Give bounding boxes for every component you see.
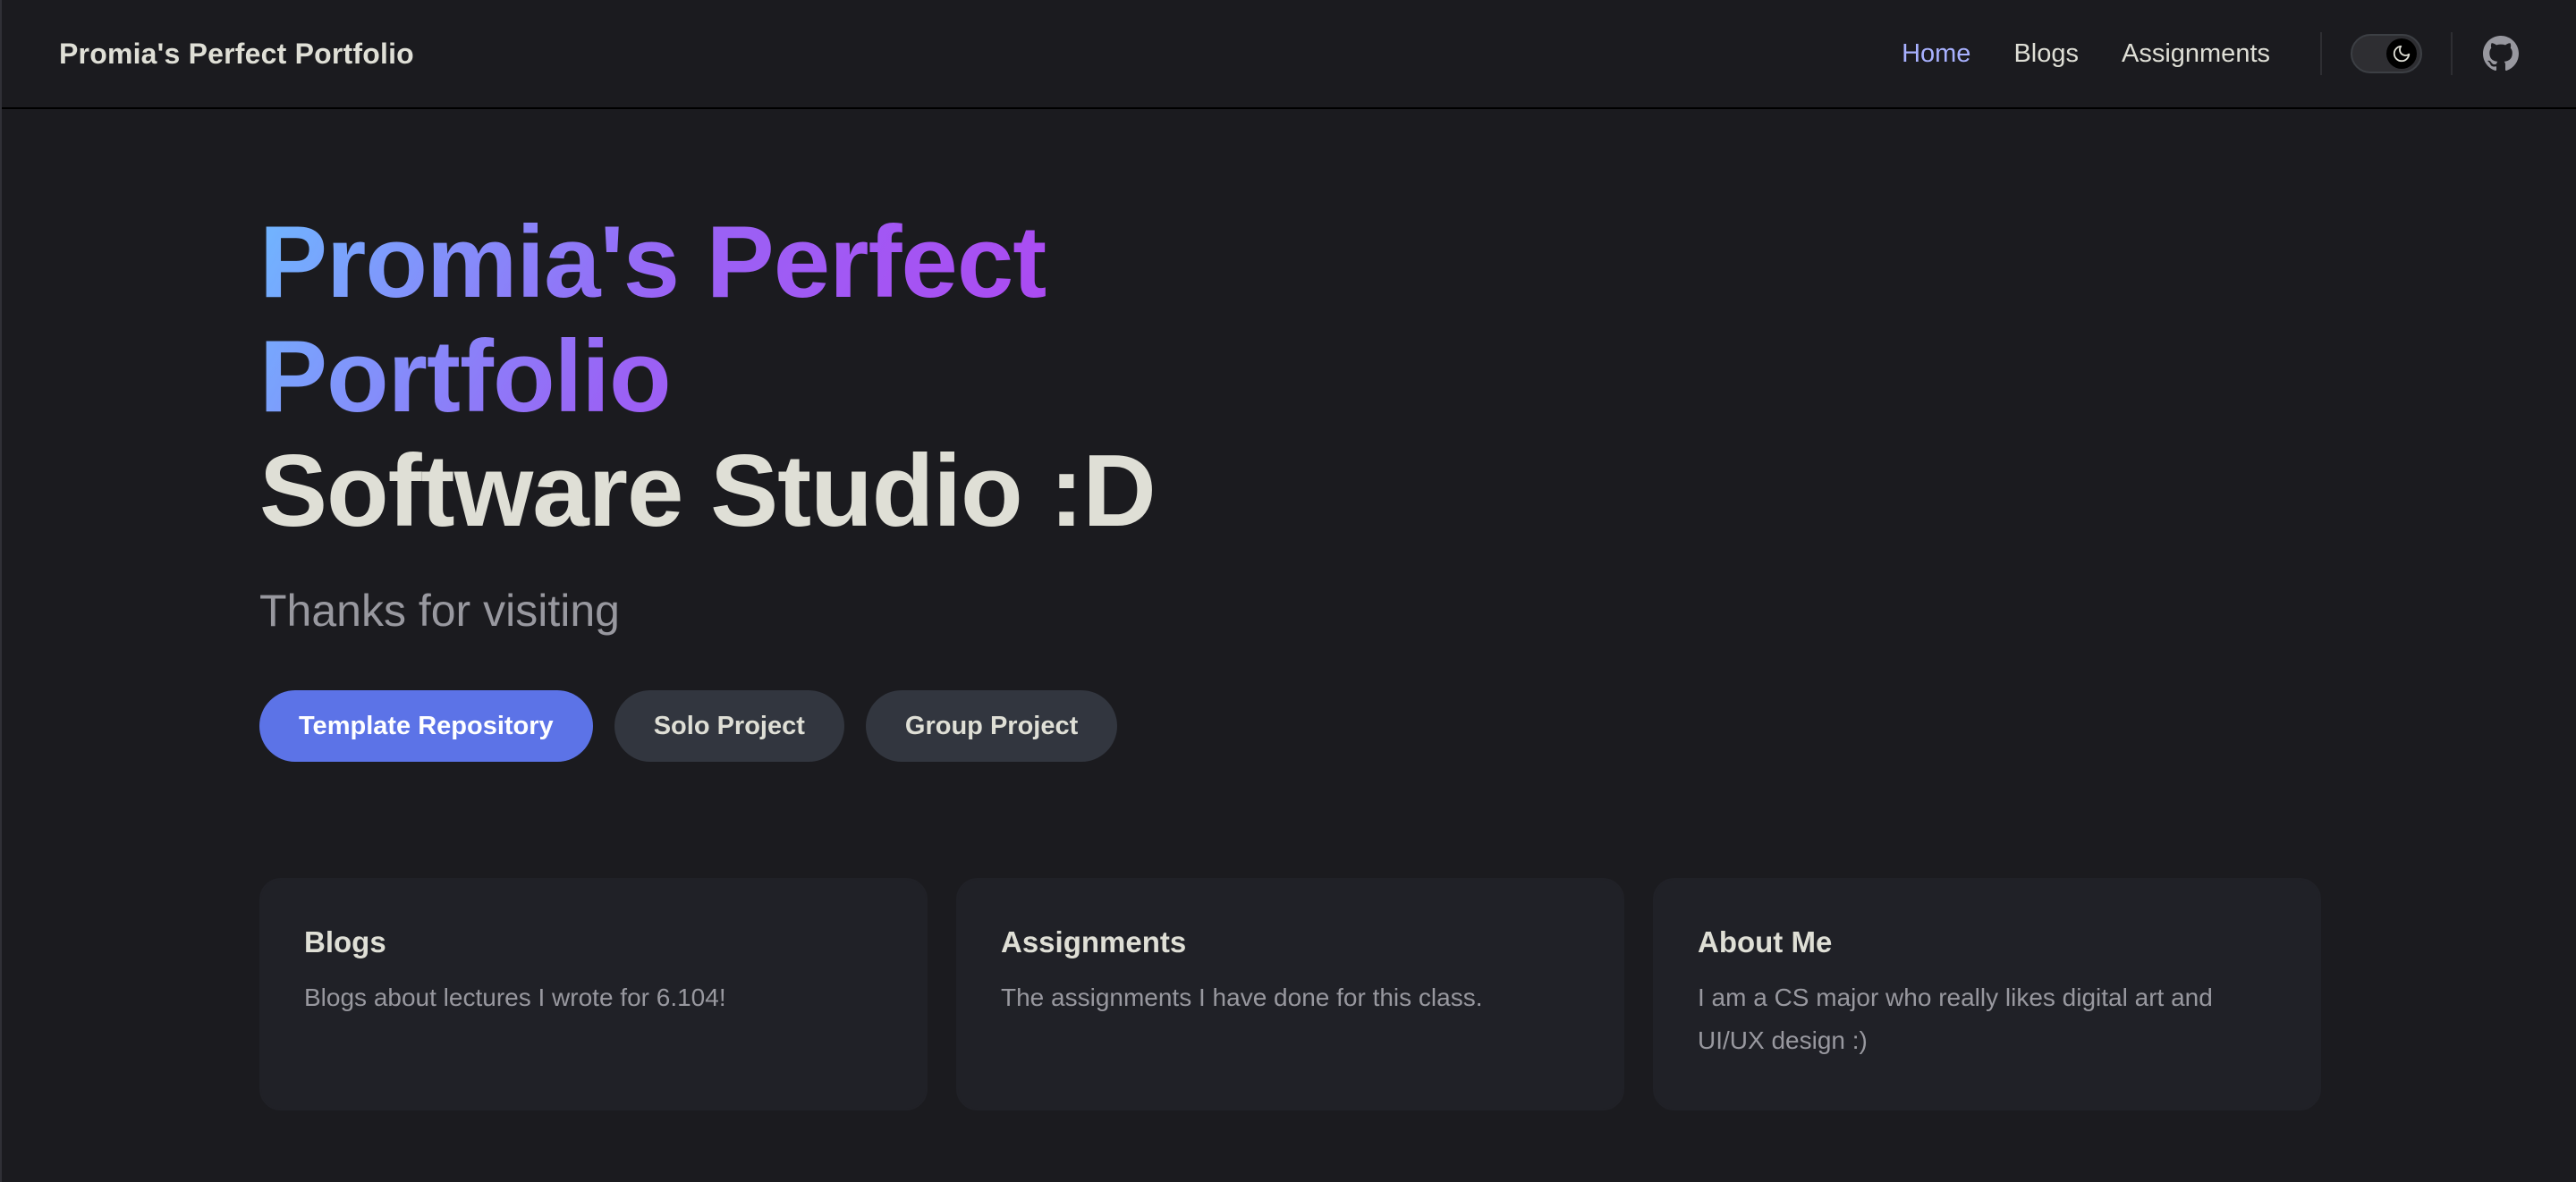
nav-link-assignments[interactable]: Assignments: [2100, 39, 2292, 69]
features: Blogs Blogs about lectures I wrote for 6…: [259, 878, 2321, 1110]
hero-text: Software Studio :D: [259, 435, 1157, 548]
feature-details: Blogs about lectures I wrote for 6.104!: [304, 984, 726, 1011]
nav-divider-2: [2451, 32, 2453, 75]
moon-icon: [2393, 45, 2411, 63]
feature-title: About Me: [1698, 925, 1833, 958]
nav-link-home[interactable]: Home: [1880, 39, 1992, 69]
hero-actions: Template Repository Solo Project Group P…: [259, 690, 1512, 762]
nav-menu: Home Blogs Assignments: [1880, 39, 2292, 69]
feature-card-assignments[interactable]: Assignments The assignments I have done …: [956, 878, 1624, 1110]
feature-details: I am a CS major who really likes digital…: [1698, 984, 2213, 1054]
feature-title: Blogs: [304, 925, 386, 958]
github-link[interactable]: [2481, 34, 2521, 73]
template-repository-button[interactable]: Template Repository: [259, 690, 593, 762]
site-title[interactable]: Promia's Perfect Portfolio: [59, 38, 414, 71]
group-project-button[interactable]: Group Project: [865, 690, 1118, 762]
hero: Promia's Perfect Portfolio Software Stud…: [259, 206, 1512, 762]
feature-title: Assignments: [1001, 925, 1187, 958]
feature-card-about-me[interactable]: About Me I am a CS major who really like…: [1653, 878, 2321, 1110]
hero-name: Promia's Perfect Portfolio: [259, 206, 1154, 435]
navbar: Promia's Perfect Portfolio Home Blogs As…: [2, 0, 2576, 109]
feature-details: The assignments I have done for this cla…: [1001, 984, 1483, 1011]
nav-link-blogs[interactable]: Blogs: [1992, 39, 2100, 69]
feature-card-blogs[interactable]: Blogs Blogs about lectures I wrote for 6…: [259, 878, 928, 1110]
page: Promia's Perfect Portfolio Home Blogs As…: [0, 0, 2576, 1182]
toggle-knob: [2386, 38, 2417, 69]
hero-tagline: Thanks for visiting: [259, 586, 620, 636]
nav-right: Home Blogs Assignments: [1880, 0, 2521, 107]
nav-divider: [2320, 32, 2322, 75]
solo-project-button[interactable]: Solo Project: [614, 690, 844, 762]
theme-toggle-switch[interactable]: [2351, 34, 2422, 73]
github-icon: [2483, 36, 2519, 72]
